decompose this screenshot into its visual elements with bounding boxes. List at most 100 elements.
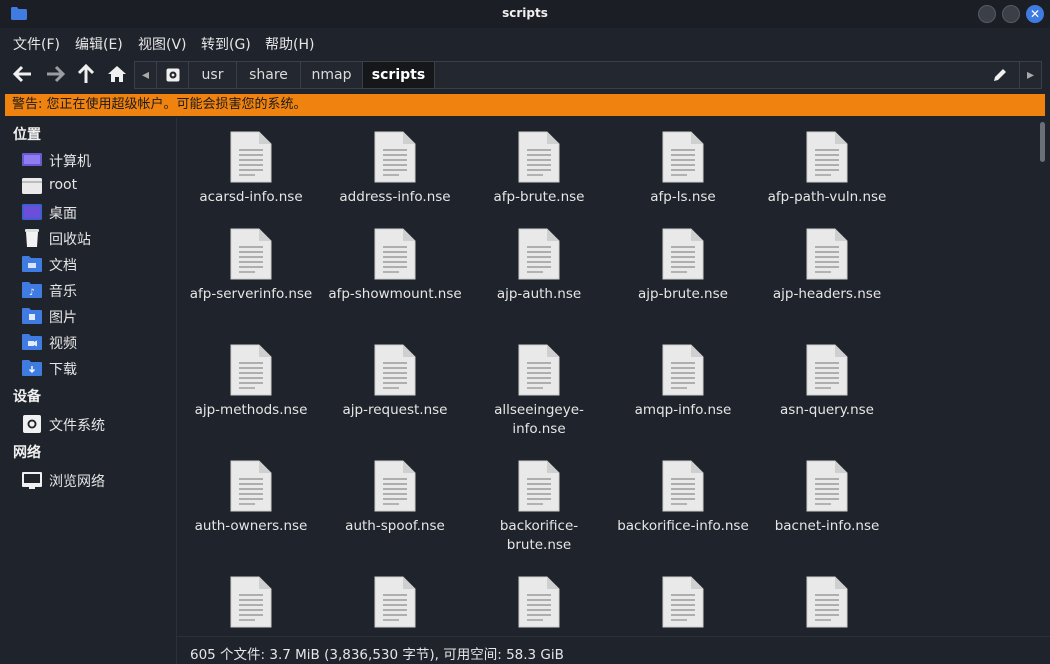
file-item[interactable]: afp-showmount.nse (323, 227, 467, 304)
menu-view[interactable]: 视图(V) (138, 34, 187, 54)
file-item[interactable]: afp-ls.nse (611, 130, 755, 207)
file-item[interactable]: backorifice-brute.nse (467, 459, 611, 555)
up-arrow-icon[interactable] (76, 64, 96, 84)
minimize-button[interactable] (978, 5, 996, 23)
file-name: backorifice-brute.nse (499, 518, 579, 553)
harddisk-icon (166, 68, 179, 82)
file-item[interactable]: acarsd-info.nse (179, 130, 323, 207)
forward-arrow-icon[interactable] (45, 64, 65, 84)
toolbar: ◂ usr share nmap scripts ▸ (0, 56, 1050, 92)
file-name: acarsd-info.nse (199, 189, 303, 205)
file-name: ajp-request.nse (342, 402, 448, 418)
file-item[interactable]: ajp-request.nse (323, 343, 467, 420)
path-segment-share[interactable]: share (237, 62, 301, 88)
path-scroll-left-icon[interactable]: ◂ (135, 62, 157, 88)
sidebar-item-desktop[interactable]: 桌面 (22, 202, 172, 222)
menu-go[interactable]: 转到(G) (201, 34, 251, 54)
file-item[interactable]: allseeingeye-info.nse (467, 343, 611, 439)
file-name: amqp-info.nse (634, 402, 732, 418)
title-bar: scripts ✕ (0, 0, 1050, 28)
menu-file[interactable]: 文件(F) (13, 34, 60, 54)
status-bar: 605 个文件: 3.7 MiB (3,836,530 字节), 可用空间: 5… (177, 636, 1050, 664)
close-button[interactable]: ✕ (1026, 5, 1044, 23)
text-file-icon (518, 460, 560, 512)
file-name: ajp-brute.nse (638, 286, 728, 302)
file-item[interactable]: ajp-auth.nse (467, 227, 611, 304)
text-file-icon (518, 576, 560, 628)
home-icon[interactable] (107, 64, 127, 84)
maximize-button[interactable] (1002, 5, 1020, 23)
file-item[interactable]: ajp-brute.nse (611, 227, 755, 304)
file-name: backorifice-info.nse (617, 518, 749, 534)
menu-bar: 文件(F) 编辑(E) 视图(V) 转到(G) 帮助(H) (0, 28, 1050, 56)
desktop-icon (22, 204, 42, 220)
file-item[interactable] (611, 575, 755, 629)
sidebar-item-pictures[interactable]: 图片 (22, 306, 172, 326)
path-bar: ◂ usr share nmap scripts ▸ (134, 61, 1042, 89)
drive-icon (23, 415, 41, 433)
file-name: afp-brute.nse (493, 189, 585, 205)
file-name: bacnet-info.nse (774, 518, 880, 534)
sidebar: 位置 计算机 root 桌面 回收站 文档 ♪ 音乐 图片 视频 下载 设备 文… (0, 118, 177, 664)
file-name: allseeingeye-info.nse (494, 402, 584, 437)
edit-path-icon[interactable] (993, 68, 1007, 82)
file-item[interactable]: backorifice-info.nse (611, 459, 755, 536)
file-item[interactable]: address-info.nse (323, 130, 467, 207)
text-file-icon (806, 576, 848, 628)
text-file-icon (374, 344, 416, 396)
sidebar-item-browse-network[interactable]: 浏览网络 (22, 470, 172, 490)
file-item[interactable] (179, 575, 323, 629)
text-file-icon (662, 460, 704, 512)
path-segment-scripts[interactable]: scripts (363, 62, 435, 88)
menu-edit[interactable]: 编辑(E) (75, 34, 123, 54)
path-segment-nmap[interactable]: nmap (301, 62, 363, 88)
file-name: ajp-methods.nse (194, 402, 308, 418)
drive-path-icon[interactable] (157, 62, 189, 88)
text-file-icon (662, 228, 704, 280)
back-arrow-icon[interactable] (13, 64, 33, 84)
file-item[interactable]: auth-owners.nse (179, 459, 323, 536)
sidebar-item-filesystem[interactable]: 文件系统 (22, 414, 172, 434)
file-name: afp-showmount.nse (328, 286, 462, 302)
root-warning-banner: 警告: 您正在使用超级帐户。可能会损害您的系统。 (5, 94, 1045, 116)
file-item[interactable]: ajp-headers.nse (755, 227, 899, 304)
file-item[interactable] (323, 575, 467, 629)
sidebar-item-documents[interactable]: 文档 (22, 254, 172, 274)
text-file-icon (230, 460, 272, 512)
sidebar-item-trash[interactable]: 回收站 (22, 228, 172, 248)
file-item[interactable]: afp-serverinfo.nse (179, 227, 323, 304)
file-item[interactable] (467, 575, 611, 629)
sidebar-item-music[interactable]: ♪ 音乐 (22, 280, 172, 300)
file-item[interactable]: amqp-info.nse (611, 343, 755, 420)
path-segment-usr[interactable]: usr (189, 62, 237, 88)
text-file-icon (806, 344, 848, 396)
file-name: auth-owners.nse (194, 518, 308, 534)
devices-header: 设备 (13, 389, 41, 405)
file-item[interactable]: ajp-methods.nse (179, 343, 323, 420)
downloads-folder-icon (22, 360, 42, 376)
computer-icon (22, 153, 42, 166)
file-name: afp-serverinfo.nse (189, 286, 313, 302)
sidebar-item-downloads[interactable]: 下载 (22, 358, 172, 378)
file-item[interactable]: bacnet-info.nse (755, 459, 899, 536)
sidebar-item-root[interactable]: root (22, 176, 172, 196)
text-file-icon (518, 228, 560, 280)
text-file-icon (662, 576, 704, 628)
path-scroll-right-icon[interactable]: ▸ (1019, 62, 1041, 88)
file-item[interactable]: asn-query.nse (755, 343, 899, 420)
sidebar-item-videos[interactable]: 视频 (22, 332, 172, 352)
text-file-icon (374, 228, 416, 280)
text-file-icon (230, 344, 272, 396)
scrollbar-thumb[interactable] (1040, 122, 1045, 162)
file-name: asn-query.nse (780, 402, 874, 418)
file-item[interactable]: afp-path-vuln.nse (755, 130, 899, 207)
places-header: 位置 (13, 127, 41, 143)
network-icon (22, 472, 42, 489)
file-item[interactable] (755, 575, 899, 629)
window-title: scripts (502, 6, 548, 20)
file-item[interactable]: auth-spoof.nse (323, 459, 467, 536)
file-item[interactable]: afp-brute.nse (467, 130, 611, 207)
menu-help[interactable]: 帮助(H) (265, 34, 314, 54)
music-folder-icon: ♪ (22, 282, 42, 298)
sidebar-item-computer[interactable]: 计算机 (22, 150, 172, 170)
